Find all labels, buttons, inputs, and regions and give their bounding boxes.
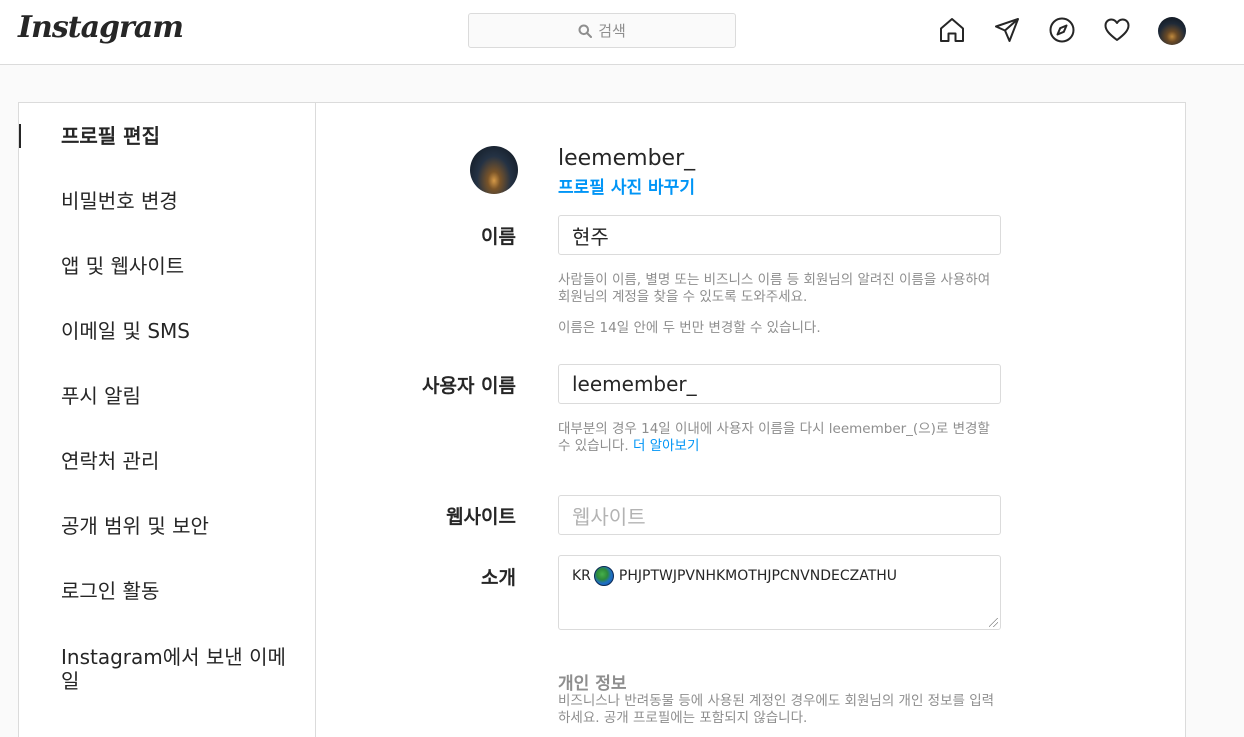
sidebar-item-login-activity[interactable]: 로그인 활동 [19, 579, 315, 603]
sidebar-item-label: 공개 범위 및 보안 [61, 514, 209, 538]
username-help-text: 대부분의 경우 14일 이내에 사용자 이름을 다시 leemember_(으)… [558, 421, 1001, 455]
bio-label: 소개 [481, 567, 516, 589]
personal-info-help-text: 비즈니스나 반려동물 등에 사용된 계정인 경우에도 회원님의 개인 정보를 입… [558, 693, 995, 726]
username-help-body: 대부분의 경우 14일 이내에 사용자 이름을 다시 leemember_(으)… [558, 421, 990, 454]
sidebar-item-label: 이메일 및 SMS [61, 319, 190, 343]
profile-photo[interactable] [470, 146, 518, 194]
learn-more-link[interactable]: 더 알아보기 [633, 438, 699, 454]
sidebar-item-change-password[interactable]: 비밀번호 변경 [19, 189, 315, 213]
name-help-text: 사람들이 이름, 별명 또는 비즈니스 이름 등 회원님의 알려진 이름을 사용… [558, 272, 991, 305]
search-placeholder: 검색 [598, 22, 626, 40]
search-icon [578, 24, 593, 38]
name-label: 이름 [481, 226, 516, 248]
personal-info-title: 개인 정보 [558, 674, 627, 694]
website-field[interactable]: 웹사이트 [558, 495, 1001, 535]
bio-prefix-text: KR [572, 568, 591, 584]
home-icon[interactable] [937, 15, 967, 45]
sidebar-item-label: 비밀번호 변경 [61, 189, 178, 213]
sidebar-item-manage-contacts[interactable]: 연락처 관리 [19, 449, 315, 473]
explore-icon[interactable] [1047, 15, 1077, 45]
website-label: 웹사이트 [446, 506, 516, 528]
sidebar-item-label: Instagram에서 보낸 이메일 [61, 645, 286, 693]
bio-suffix-text: PHJPTWJPVNHKMOTHJPCNVNDECZATHU [618, 568, 898, 584]
settings-sidebar: 프로필 편집 비밀번호 변경 앱 및 웹사이트 이메일 및 SMS 푸시 알림 … [19, 103, 316, 737]
activity-heart-icon[interactable] [1102, 15, 1132, 45]
sidebar-item-label: 앱 및 웹사이트 [61, 254, 185, 278]
search-input[interactable]: 검색 [468, 13, 736, 48]
name-change-limit-text: 이름은 14일 안에 두 번만 변경할 수 있습니다. [558, 320, 821, 336]
bio-textarea[interactable]: KR PHJPTWJPVNHKMOTHJPCNVNDECZATHU [558, 555, 1001, 630]
sidebar-item-privacy-security[interactable]: 공개 범위 및 보안 [19, 514, 315, 538]
resize-handle-icon[interactable] [989, 618, 998, 627]
sidebar-item-emails-from-instagram[interactable]: Instagram에서 보낸 이메일 [19, 645, 315, 693]
username-label: 사용자 이름 [421, 375, 516, 397]
sidebar-item-push-notifications[interactable]: 푸시 알림 [19, 384, 315, 408]
direct-message-icon[interactable] [992, 15, 1022, 45]
sidebar-item-apps-websites[interactable]: 앱 및 웹사이트 [19, 254, 315, 278]
sidebar-item-label: 연락처 관리 [61, 449, 160, 473]
instagram-logo[interactable]: Instagram [18, 10, 184, 45]
profile-username: leemember_ [558, 146, 696, 171]
profile-avatar-icon[interactable] [1158, 17, 1186, 45]
name-field[interactable]: 현주 [558, 215, 1001, 255]
edit-profile-form: leemember_ 프로필 사진 바꾸기 이름 현주 사람들이 이름, 별명 … [316, 103, 1185, 737]
username-field[interactable]: leemember_ [558, 364, 1001, 404]
sidebar-item-edit-profile[interactable]: 프로필 편집 [19, 124, 315, 148]
sidebar-item-label: 프로필 편집 [61, 124, 160, 148]
top-navigation-bar: Instagram 검색 [0, 0, 1244, 65]
globe-emoji-icon [593, 566, 614, 586]
sidebar-item-label: 로그인 활동 [61, 579, 160, 603]
sidebar-item-label: 푸시 알림 [61, 384, 141, 408]
change-profile-photo-link[interactable]: 프로필 사진 바꾸기 [558, 173, 695, 198]
sidebar-item-email-sms[interactable]: 이메일 및 SMS [19, 319, 315, 343]
settings-card: 프로필 편집 비밀번호 변경 앱 및 웹사이트 이메일 및 SMS 푸시 알림 … [18, 102, 1186, 737]
